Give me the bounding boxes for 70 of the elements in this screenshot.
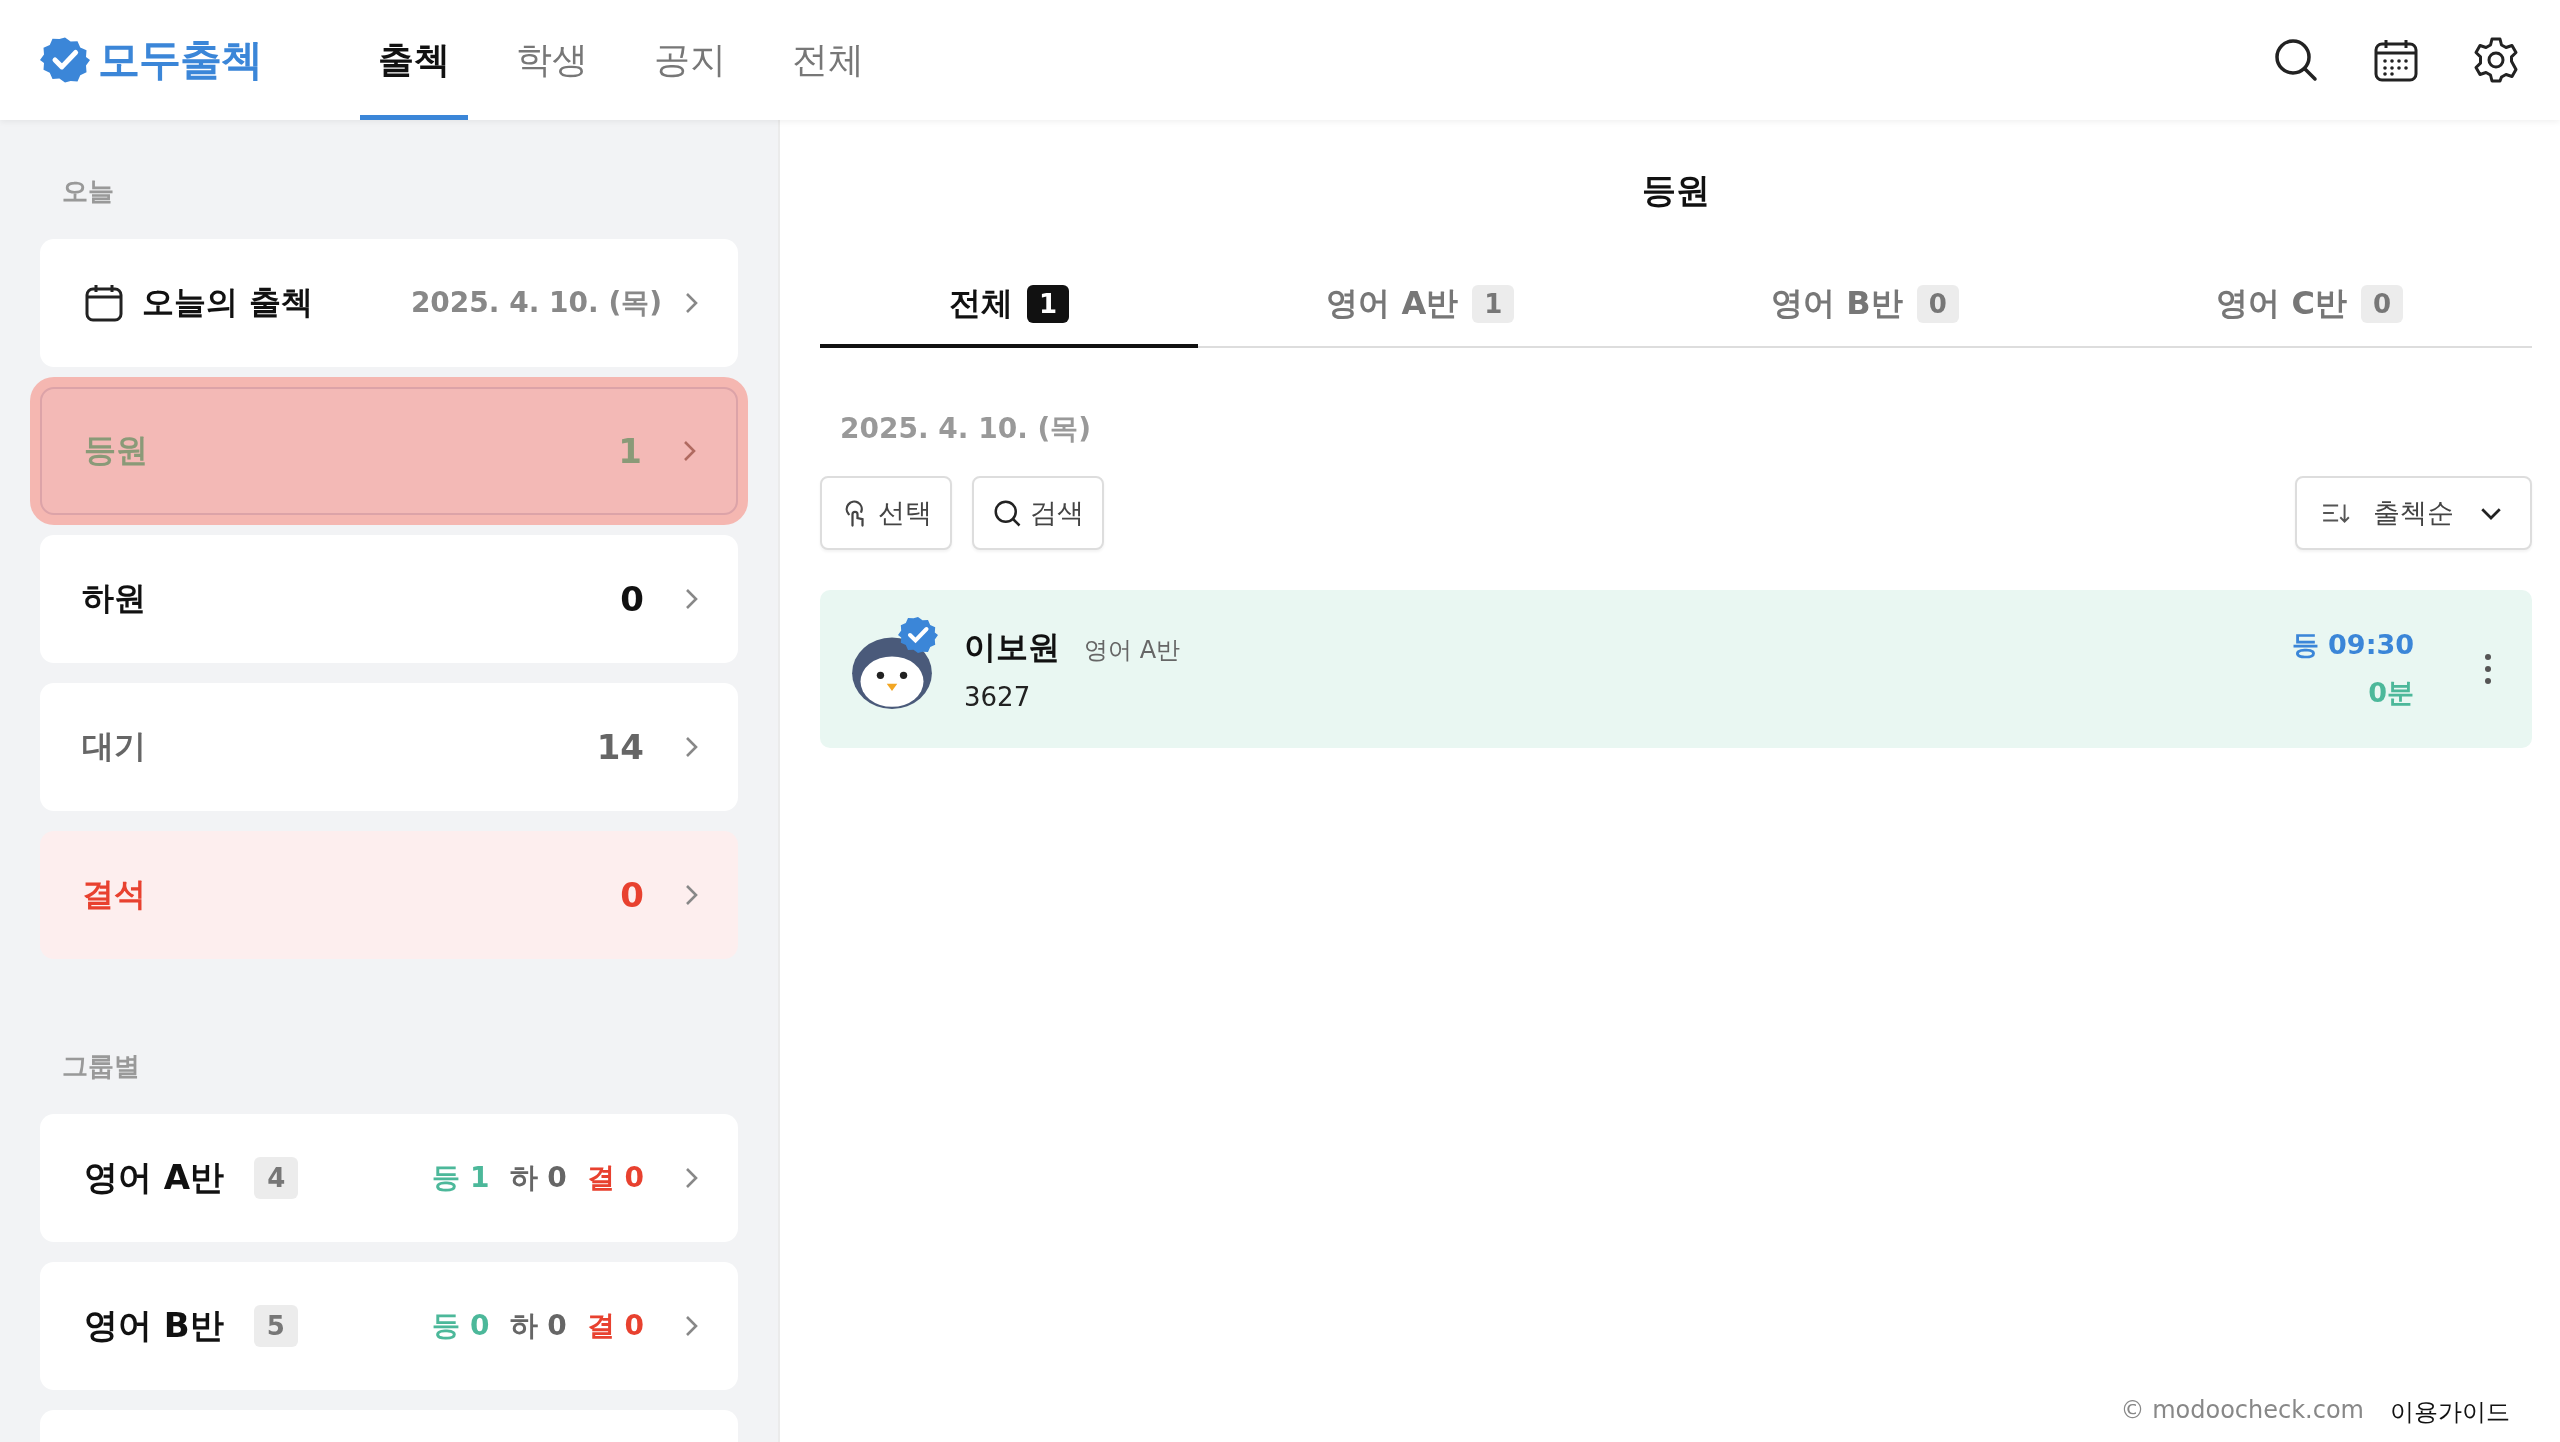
count-badge: 1 — [1026, 285, 1070, 323]
group-stat: 결 0 — [586, 1308, 644, 1344]
count-badge: 1 — [1472, 285, 1515, 323]
settings-icon[interactable] — [2472, 36, 2520, 84]
student-group: 영어 A반 — [1084, 634, 1181, 666]
status-item[interactable]: 대기 14 — [40, 683, 738, 811]
nav-tab[interactable]: 학생 — [498, 0, 606, 120]
group-name: 영어 A반 — [84, 1156, 225, 1199]
group-size-badge: 5 — [253, 1305, 298, 1347]
nav-tab[interactable]: 공지 — [636, 0, 744, 120]
group-stat: 결 0 — [586, 1160, 644, 1196]
group-name: 영어 B반 — [84, 1304, 224, 1347]
chevron-right-icon — [684, 735, 700, 759]
status-label: 대기 — [82, 726, 146, 767]
count-badge: 0 — [1916, 285, 1959, 323]
search-button[interactable]: 검색 — [972, 476, 1104, 550]
status-count: 0 — [620, 875, 644, 915]
nav-tab[interactable]: 전체 — [774, 0, 882, 120]
select-button[interactable]: 선택 — [820, 476, 952, 550]
group-size-badge: 4 — [254, 1157, 299, 1199]
tab-label: 영어 B반 — [1771, 283, 1903, 324]
group-stat: 등 0 — [432, 1308, 490, 1344]
arrival-time: 등 09:30 — [2291, 628, 2414, 662]
sort-dropdown[interactable]: 출첵순 — [2295, 476, 2532, 550]
chevron-right-icon — [684, 291, 700, 315]
group-item[interactable]: 영어 A반 4 등 1 하 0 결 0 — [40, 1114, 738, 1242]
student-code: 3627 — [964, 682, 1032, 712]
tab-label: 영어 A반 — [1326, 283, 1459, 324]
date-label: 2025. 4. 10. (목) — [840, 411, 1093, 447]
search-icon[interactable] — [2272, 36, 2320, 84]
chevron-right-icon — [684, 883, 700, 907]
group-tab[interactable]: 영어 A반 1 — [1198, 264, 1643, 348]
tab-label: 전체 — [948, 283, 1013, 324]
group-stat: 하 0 — [509, 1160, 567, 1196]
logo-badge-icon — [40, 35, 90, 85]
search-icon — [992, 498, 1022, 528]
today-card[interactable]: 오늘의 출첵 2025. 4. 10. (목) — [40, 239, 738, 367]
status-count: 14 — [596, 727, 644, 767]
copyright-text: © modoocheck.com — [2120, 1396, 2364, 1426]
student-row[interactable]: 이보원 영어 A반 3627 등 09:30 0분 — [820, 590, 2532, 748]
chevron-right-icon — [684, 1314, 700, 1338]
group-tab[interactable]: 영어 C반 0 — [2087, 264, 2532, 348]
section-heading: 오늘 — [61, 175, 115, 208]
more-icon[interactable] — [2484, 653, 2492, 685]
guide-link[interactable]: 이용가이드 — [2390, 1396, 2510, 1428]
status-count: 0 — [620, 579, 644, 619]
calendar-icon — [84, 283, 124, 323]
chevron-right-icon — [684, 587, 700, 611]
status-label: 하원 — [82, 578, 146, 619]
group-tab[interactable]: 전체 1 — [820, 264, 1198, 348]
group-stat: 등 1 — [432, 1160, 490, 1196]
group-item[interactable]: 영어 B반 5 등 0 하 0 결 0 — [40, 1262, 738, 1390]
logo-text[interactable]: 모두출첵 — [98, 32, 262, 88]
status-item[interactable]: 결석 0 — [40, 831, 738, 959]
chevron-right-icon — [684, 1166, 700, 1190]
tab-label: 영어 C반 — [2216, 283, 2347, 324]
group-tab[interactable]: 영어 B반 0 — [1642, 264, 2088, 348]
student-name: 이보원 — [964, 627, 1060, 668]
section-heading: 그룹별 — [61, 1050, 141, 1083]
today-date: 2025. 4. 10. (목) — [410, 285, 662, 321]
status-label: 결석 — [82, 874, 146, 915]
group-stat: 하 0 — [509, 1308, 567, 1344]
status-item[interactable]: 하원 0 — [40, 535, 738, 663]
page-title: 등원 — [1641, 169, 1711, 212]
status-count: 1 — [618, 431, 642, 471]
today-label: 오늘의 출첵 — [142, 282, 314, 323]
chevron-right-icon — [682, 439, 698, 463]
status-label: 등원 — [84, 430, 148, 471]
elapsed-time: 0분 — [2368, 676, 2414, 710]
count-badge: 0 — [2360, 285, 2404, 323]
